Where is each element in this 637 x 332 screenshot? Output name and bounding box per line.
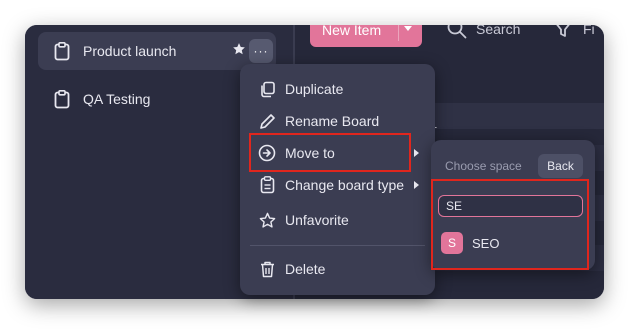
clipboard-icon	[258, 176, 276, 194]
choose-space-title: Choose space	[445, 159, 522, 173]
filter-button[interactable]: Fi	[553, 25, 595, 39]
trash-icon	[258, 260, 276, 278]
highlight-box-space-search	[431, 179, 589, 270]
new-item-label: New Item	[322, 25, 382, 38]
menu-item-label: Delete	[285, 261, 326, 277]
highlight-box-move-to	[249, 133, 411, 172]
menu-item-unfavorite[interactable]: Unfavorite	[240, 206, 435, 234]
new-item-button[interactable]: New Item	[310, 25, 422, 47]
duplicate-icon	[258, 80, 276, 98]
chevron-down-icon[interactable]	[404, 26, 412, 31]
context-menu: Duplicate Rename Board Move to Change bo…	[240, 64, 435, 295]
clipboard-icon	[53, 41, 71, 61]
search-icon	[447, 25, 467, 39]
board-label: Product launch	[83, 43, 177, 59]
menu-item-change-board-type[interactable]: Change board type	[240, 171, 435, 199]
chevron-right-icon	[414, 149, 419, 157]
menu-divider	[250, 245, 425, 246]
star-icon[interactable]	[232, 42, 246, 59]
filter-icon	[556, 25, 570, 37]
sidebar-board-product-launch[interactable]: Product launch ···	[38, 32, 276, 70]
board-label: QA Testing	[83, 91, 151, 107]
star-outline-icon	[258, 211, 276, 229]
new-item-separator	[398, 25, 399, 41]
menu-item-delete[interactable]: Delete	[240, 255, 435, 283]
filter-label: Fi	[583, 25, 595, 37]
menu-item-rename-board[interactable]: Rename Board	[240, 107, 435, 135]
search-button[interactable]: Search	[447, 25, 520, 39]
menu-item-duplicate[interactable]: Duplicate	[240, 75, 435, 103]
more-options-button[interactable]: ···	[249, 39, 273, 63]
menu-item-label: Change board type	[285, 177, 405, 193]
menu-item-label: Rename Board	[285, 113, 380, 129]
pencil-icon	[258, 112, 276, 130]
clipboard-icon	[53, 89, 71, 109]
menu-item-label: Unfavorite	[285, 212, 349, 228]
menu-item-label: Duplicate	[285, 81, 344, 97]
back-button[interactable]: Back	[538, 154, 583, 178]
search-label: Search	[476, 25, 521, 37]
chevron-right-icon	[414, 181, 419, 189]
